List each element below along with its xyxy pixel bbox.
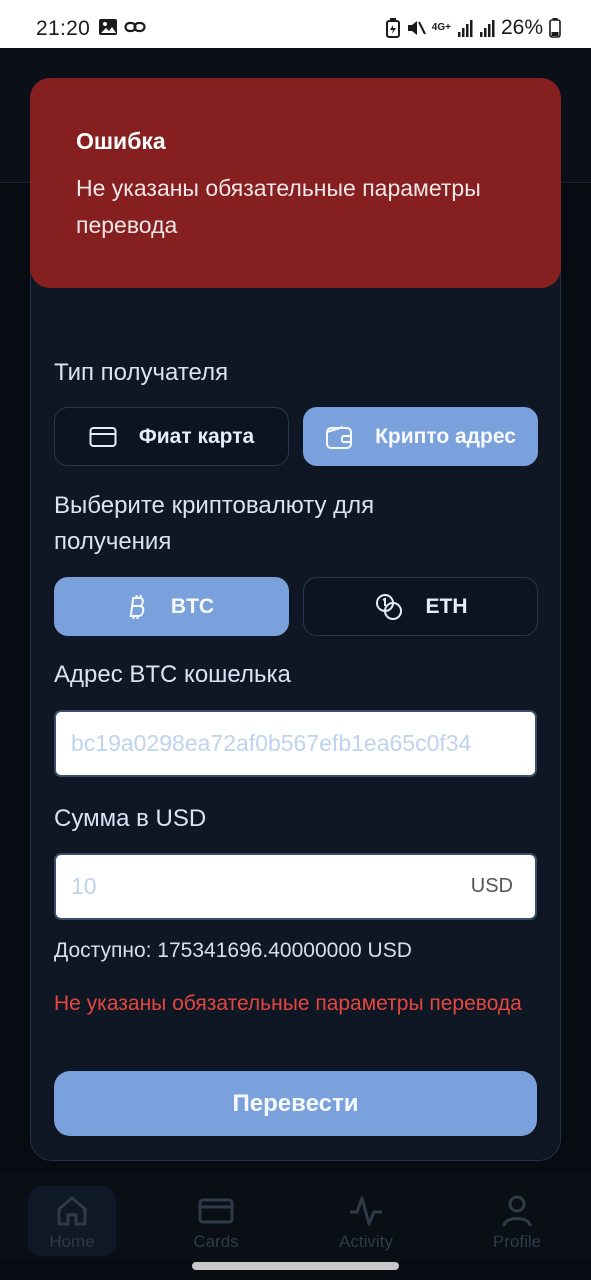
mute-icon: [407, 21, 426, 35]
battery-percent: 26%: [500, 16, 543, 39]
nav-item-activity[interactable]: Activity: [316, 1194, 416, 1252]
card-icon: [89, 426, 117, 447]
amount-placeholder: 10: [71, 873, 97, 899]
signal-icon: [457, 20, 473, 37]
bitcoin-icon: [129, 594, 145, 619]
battery-icon: [549, 18, 561, 38]
signal-icon-2: [479, 20, 495, 37]
amount-label: Сумма в USD: [54, 805, 207, 832]
image-icon: [99, 19, 117, 35]
fiat-card-button[interactable]: Фиат карта: [54, 407, 289, 466]
home-icon: [57, 1196, 87, 1226]
error-toast[interactable]: Ошибка Не указаны обязательные параметры…: [30, 78, 561, 288]
eth-button[interactable]: ETH: [303, 577, 538, 636]
nav-label-cards: Cards: [193, 1232, 239, 1251]
nav-label-activity: Activity: [339, 1232, 393, 1251]
crypto-address-label: Крипто адрес: [375, 424, 516, 448]
amount-input[interactable]: 10 USD: [54, 853, 537, 920]
address-label: Адрес BTC кошелька: [54, 661, 291, 688]
toast-title: Ошибка: [76, 128, 166, 154]
coins-icon: [375, 593, 402, 620]
wallet-address-input[interactable]: bc19a0298ea72af0b567efb1ea65c0f34: [54, 710, 537, 777]
btc-button[interactable]: BTC: [54, 577, 289, 636]
amount-currency-suffix: USD: [470, 875, 513, 897]
card-icon: [198, 1198, 234, 1224]
battery-saver-icon: [385, 18, 400, 38]
nav-item-profile[interactable]: Profile: [467, 1194, 567, 1252]
nav-label-profile: Profile: [492, 1232, 542, 1251]
transfer-submit-button[interactable]: Перевести: [54, 1071, 537, 1136]
recipient-type-label: Тип получателя: [54, 359, 229, 386]
toast-message: Не указаны обязательные параметры перево…: [76, 175, 481, 238]
link-icon: [124, 21, 146, 33]
nav-item-cards[interactable]: Cards: [166, 1194, 266, 1252]
nav-item-home[interactable]: Home: [22, 1194, 122, 1252]
crypto-address-button[interactable]: Крипто адрес: [303, 407, 538, 466]
nav-label-home: Home: [49, 1232, 95, 1251]
fiat-card-label: Фиат карта: [138, 424, 255, 448]
form-error-text: Не указаны обязательные параметры перево…: [54, 992, 522, 1015]
profile-icon: [502, 1195, 532, 1227]
wallet-icon: [326, 425, 353, 449]
available-balance: Доступно: 175341696.40000000 USD: [54, 939, 412, 962]
eth-label: ETH: [425, 594, 468, 618]
status-bar: 21:20 4G+ 26%: [0, 0, 591, 48]
network-type: 4G+: [431, 22, 451, 33]
status-time: 21:20: [36, 17, 91, 40]
btc-label: BTC: [170, 594, 215, 618]
activity-icon: [350, 1196, 382, 1226]
crypto-select-label: Выберите криптовалюту для получения: [54, 492, 375, 555]
wallet-address-placeholder: bc19a0298ea72af0b567efb1ea65c0f34: [71, 730, 472, 756]
gesture-bar[interactable]: [192, 1262, 399, 1270]
bottom-nav: Home Cards Activity Profile: [0, 1172, 591, 1262]
